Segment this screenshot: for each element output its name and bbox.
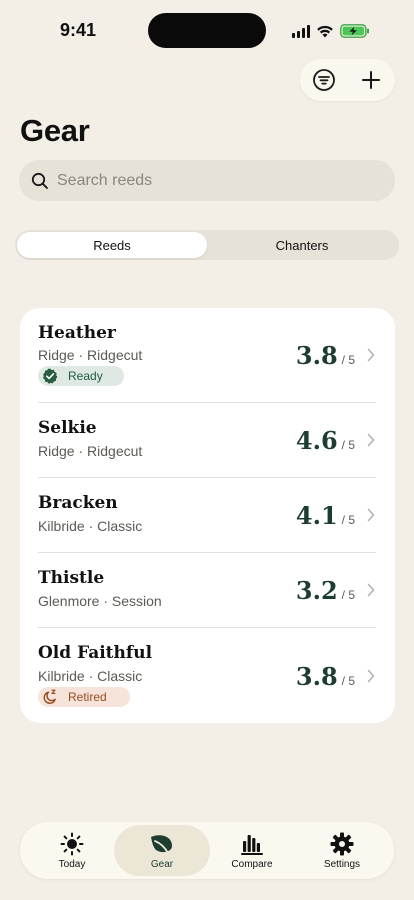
chevron-right-icon [367, 583, 375, 597]
moon-sleep-icon [43, 689, 56, 704]
rating-max: / 5 [341, 588, 355, 602]
leaf-icon [151, 834, 172, 854]
reed-list: Heather Ridge · Ridgecut Ready 3.8 / 5 S… [20, 308, 395, 723]
status-badge: Ready [38, 366, 124, 386]
chevron-right-icon [367, 433, 375, 447]
list-item[interactable]: Heather Ridge · Ridgecut Ready 3.8 / 5 [20, 308, 395, 403]
tab-settings[interactable]: Settings [294, 825, 390, 876]
rating-max: / 5 [341, 513, 355, 527]
tab-today[interactable]: Today [24, 825, 120, 876]
dynamic-island [148, 13, 266, 48]
cellular-signal-icon [292, 24, 310, 38]
chevron-right-icon [367, 348, 375, 362]
status-badge-label: Ready [68, 369, 103, 383]
filter-icon [312, 69, 335, 91]
rating: 4.6 / 5 [296, 426, 355, 455]
rating-value: 4.1 [295, 501, 338, 530]
rating: 3.8 / 5 [296, 341, 355, 370]
status-bar: 9:41 [0, 0, 414, 60]
search-icon [31, 172, 48, 189]
reed-name: Heather [38, 323, 116, 343]
rating: 3.8 / 5 [296, 662, 355, 691]
plus-icon [362, 71, 381, 89]
chevron-right-icon [367, 669, 375, 683]
tab-gear[interactable]: Gear [114, 825, 210, 876]
reed-subtitle: Kilbride · Classic [38, 668, 143, 684]
list-item[interactable]: Selkie Ridge · Ridgecut 4.6 / 5 [20, 403, 395, 478]
rating-value: 3.8 [295, 662, 338, 691]
add-button[interactable] [356, 65, 386, 95]
list-item[interactable]: Bracken Kilbride · Classic 4.1 / 5 [20, 478, 395, 553]
list-item[interactable]: Old Faithful Kilbride · Classic Retired … [20, 628, 395, 723]
rating-max: / 5 [341, 438, 355, 452]
tab-bar: Today Gear Compare Settings [20, 822, 394, 879]
battery-charging-icon [340, 24, 369, 38]
rating-value: 3.8 [295, 341, 338, 370]
status-icons [292, 22, 370, 40]
search-bar[interactable] [19, 160, 395, 201]
reed-subtitle: Glenmore · Session [38, 593, 162, 609]
reed-subtitle: Kilbride · Classic [38, 518, 143, 534]
rating-value: 3.2 [295, 576, 338, 605]
tab-label: Settings [323, 858, 361, 870]
status-time: 9:41 [60, 20, 97, 40]
reed-name: Thistle [38, 568, 105, 588]
segmented-control: Reeds Chanters [15, 230, 399, 260]
segment-chanters[interactable]: Chanters [207, 232, 397, 258]
reed-subtitle: Ridge · Ridgecut [38, 443, 143, 459]
filter-button[interactable] [309, 65, 339, 95]
chevron-right-icon [367, 508, 375, 522]
page-title: Gear [20, 113, 90, 148]
tab-label: Today [58, 858, 86, 870]
reed-subtitle: Ridge · Ridgecut [38, 347, 143, 363]
sun-icon [60, 832, 84, 855]
top-actions [300, 59, 395, 101]
rating-max: / 5 [341, 674, 355, 688]
rating: 3.2 / 5 [296, 576, 355, 605]
gear-icon [330, 832, 354, 855]
reed-name: Selkie [38, 418, 97, 438]
wifi-icon [317, 25, 333, 38]
bar-chart-icon [241, 834, 263, 855]
segment-reeds[interactable]: Reeds [17, 232, 207, 258]
tab-label: Compare [231, 858, 273, 870]
status-badge: Retired [38, 687, 130, 707]
tab-compare[interactable]: Compare [204, 825, 300, 876]
status-badge-label: Retired [68, 690, 107, 704]
search-input[interactable] [57, 171, 357, 190]
list-item[interactable]: Thistle Glenmore · Session 3.2 / 5 [20, 553, 395, 628]
rating-value: 4.6 [295, 426, 338, 455]
reed-name: Old Faithful [38, 643, 153, 663]
reed-name: Bracken [38, 493, 118, 513]
verified-check-icon [43, 368, 58, 384]
tab-label: Gear [150, 858, 174, 870]
rating: 4.1 / 5 [296, 501, 355, 530]
rating-max: / 5 [341, 353, 355, 367]
